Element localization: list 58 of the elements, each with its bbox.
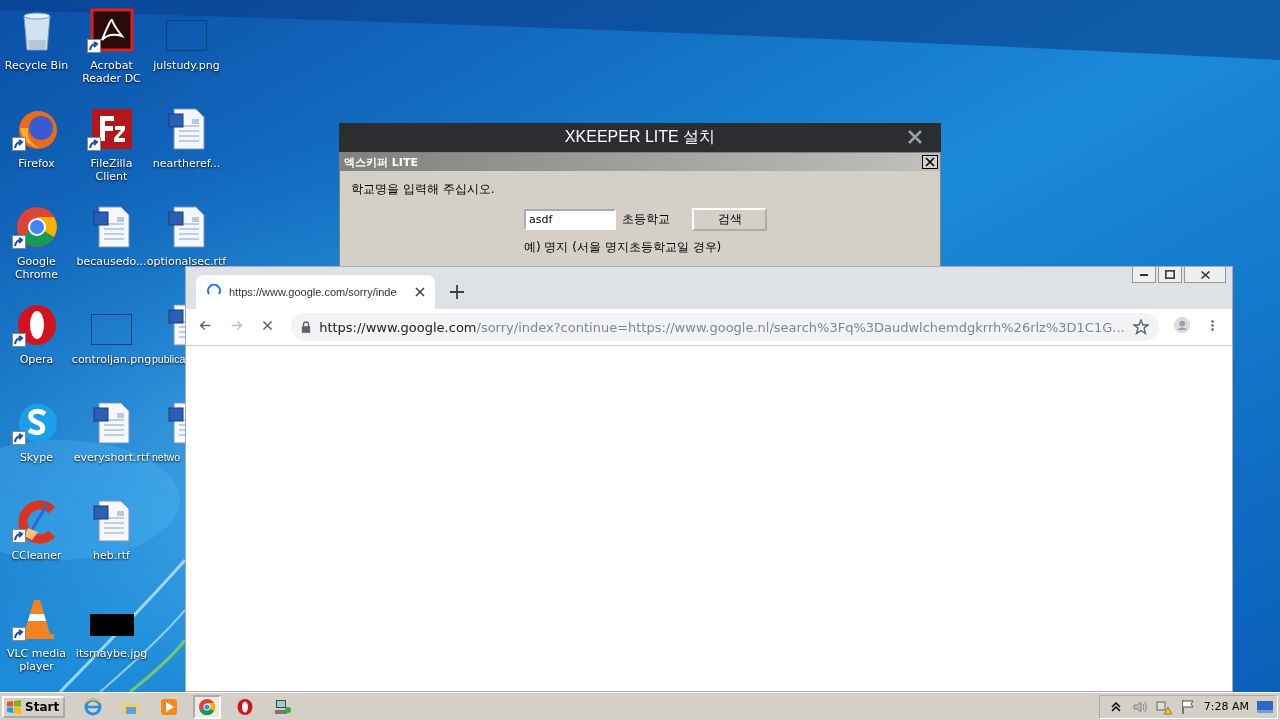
- desktop-shortcut[interactable]: itsmaybe.jpg: [75, 594, 148, 660]
- desktop-shortcut[interactable]: Opera: [0, 300, 73, 366]
- star-icon[interactable]: [1132, 319, 1149, 335]
- desktop-shortcut[interactable]: Acrobat Reader DC: [75, 6, 148, 85]
- desktop-shortcut[interactable]: Firefox: [0, 104, 73, 170]
- flag-icon[interactable]: [1179, 698, 1196, 715]
- desktop-shortcut[interactable]: CCleaner: [0, 496, 73, 562]
- plus-icon: [449, 284, 465, 300]
- window-title: XKEEPER LITE 설치: [564, 127, 716, 147]
- desktop-shortcut[interactable]: FileZilla Client: [75, 104, 148, 183]
- desktop-shortcut[interactable]: neartheref...: [150, 104, 223, 170]
- address-text: https://www.google.com/sorry/index?continue=https://www.google.nl/search%3Fq%3Daudwlchemdgkrrh%26rlz%3D1C1G...: [319, 319, 1125, 335]
- close-icon: [1200, 270, 1210, 279]
- taskbar-button[interactable]: [193, 694, 222, 719]
- clock[interactable]: 7:28 AM: [1203, 700, 1249, 713]
- desktop-shortcut[interactable]: julstudy.png: [150, 6, 223, 72]
- address-bar[interactable]: https://www.google.com/sorry/index?continue=https://www.google.nl/search%3Fq%3Daudwlchemdgkrrh%26rlz%3D1C1G...: [291, 313, 1159, 341]
- start-button[interactable]: Start: [2, 695, 66, 718]
- desktop-shortcut[interactable]: Skype: [0, 398, 73, 464]
- desktop-shortcut[interactable]: VLC media player: [0, 594, 73, 673]
- close-icon[interactable]: [415, 287, 425, 297]
- close-icon: [925, 157, 935, 167]
- close-button[interactable]: [922, 155, 938, 169]
- windows-flag-icon: [6, 698, 22, 715]
- stop-icon: [261, 319, 275, 333]
- minimize-button[interactable]: [1132, 267, 1156, 283]
- image-file-icon: [89, 614, 134, 636]
- forward-arrow-icon: [230, 319, 244, 333]
- browser-e-icon: [84, 697, 103, 716]
- school-name-field[interactable]: asdf: [524, 209, 616, 230]
- prompt-text: 학교명을 입력해 주십시오.: [351, 181, 496, 198]
- lock-icon: [301, 321, 312, 333]
- chrome-icon: [198, 697, 217, 716]
- pdf-app-icon: [88, 8, 135, 54]
- maximize-button[interactable]: [1158, 267, 1182, 283]
- desktop-shortcut[interactable]: everyshort.rtf: [75, 398, 148, 464]
- browser-tab[interactable]: https://www.google.com/sorry/inde: [196, 275, 435, 309]
- desktop-shortcut[interactable]: becausedo...: [75, 202, 148, 268]
- play-icon: [160, 697, 179, 716]
- search-button[interactable]: 검색: [692, 208, 767, 231]
- dialog-title: 엑스키퍼 LITE: [344, 154, 418, 170]
- maximize-icon: [1165, 270, 1175, 279]
- desktop-shortcut[interactable]: heb.rtf: [75, 496, 148, 562]
- desktop-shortcut[interactable]: Recycle Bin: [0, 6, 73, 72]
- avatar-icon: [1173, 317, 1190, 334]
- network-warning-icon[interactable]: [1155, 698, 1172, 715]
- close-button[interactable]: [1184, 267, 1226, 283]
- image-file-icon: [91, 314, 132, 345]
- image-file-icon: [166, 20, 207, 51]
- computer-icon: [274, 697, 293, 716]
- field-suffix: 초등학교: [622, 211, 670, 228]
- desktop-shortcut[interactable]: Google Chrome: [0, 202, 73, 281]
- show-desktop-icon[interactable]: [1257, 698, 1273, 715]
- minimize-icon: [1140, 273, 1148, 276]
- opera-icon: [236, 697, 255, 716]
- example-text: 예) 명지 (서울 명지초등학교일 경우): [524, 239, 723, 256]
- back-arrow-icon: [199, 319, 213, 333]
- close-icon[interactable]: [907, 129, 923, 145]
